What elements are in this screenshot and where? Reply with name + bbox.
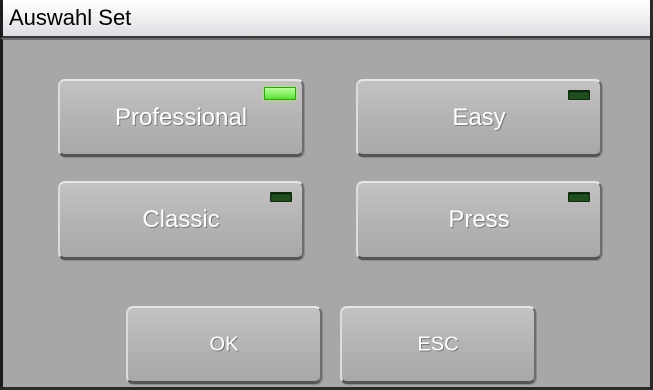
set-easy-label: Easy — [452, 103, 506, 131]
set-press-button[interactable]: Press — [356, 181, 602, 260]
esc-label: ESC — [417, 333, 459, 355]
status-led-icon — [568, 90, 590, 100]
esc-button[interactable]: ESC — [340, 306, 536, 384]
status-led-icon — [264, 87, 296, 100]
window-title: Auswahl Set — [9, 5, 132, 30]
set-professional-label: Professional — [114, 103, 248, 131]
set-easy-button[interactable]: Easy — [356, 79, 602, 157]
ok-button[interactable]: OK — [126, 306, 322, 384]
set-classic-button[interactable]: Classic — [58, 181, 304, 260]
set-professional-button[interactable]: Professional — [58, 79, 304, 157]
set-press-label: Press — [448, 206, 510, 233]
ok-label: OK — [209, 333, 239, 355]
status-led-icon — [568, 192, 590, 202]
title-bar: Auswahl Set — [0, 0, 650, 38]
status-led-icon — [270, 192, 292, 202]
dialog-window: Auswahl Set Professional Easy Classic Pr… — [0, 0, 653, 390]
set-classic-label: Classic — [142, 206, 220, 233]
